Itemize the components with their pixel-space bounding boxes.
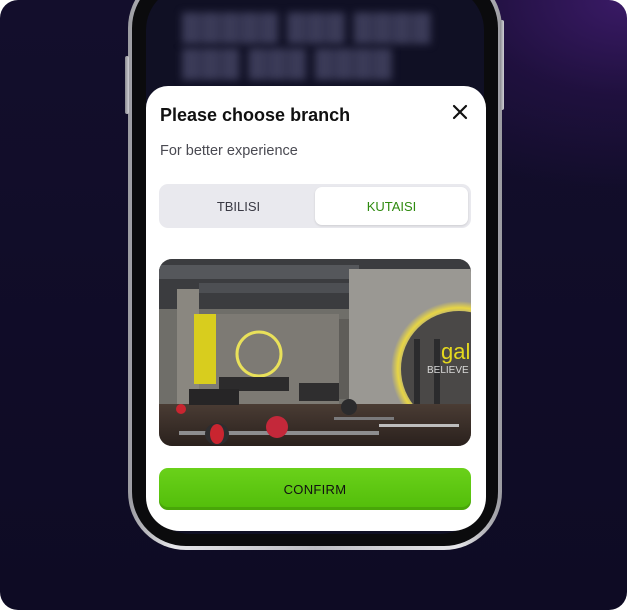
blurred-heading-line-1: █████ ███ ████	[182, 12, 432, 42]
modal-subtitle: For better experience	[160, 143, 298, 159]
branch-option-kutaisi[interactable]: KUTAISI	[315, 187, 468, 225]
background: █████ ███ ████ ███ ███ ████ Please choos…	[0, 0, 627, 610]
wall-sign-text: gal	[441, 339, 470, 364]
phone-side-button	[125, 56, 129, 114]
branch-modal: Please choose branch For better experien…	[146, 86, 486, 531]
close-icon[interactable]	[448, 100, 472, 124]
modal-title: Please choose branch	[160, 105, 351, 125]
phone-power-button	[500, 20, 504, 110]
branch-photo: gal BELIEVE	[159, 259, 471, 446]
blurred-heading-line-2: ███ ███ ████	[182, 48, 393, 78]
branch-segmented-control: TBILISI KUTAISI	[159, 184, 471, 228]
wall-motto-text: BELIEVE	[427, 365, 469, 376]
confirm-button[interactable]: CONFIRM	[159, 468, 471, 510]
branch-option-tbilisi[interactable]: TBILISI	[162, 187, 315, 225]
